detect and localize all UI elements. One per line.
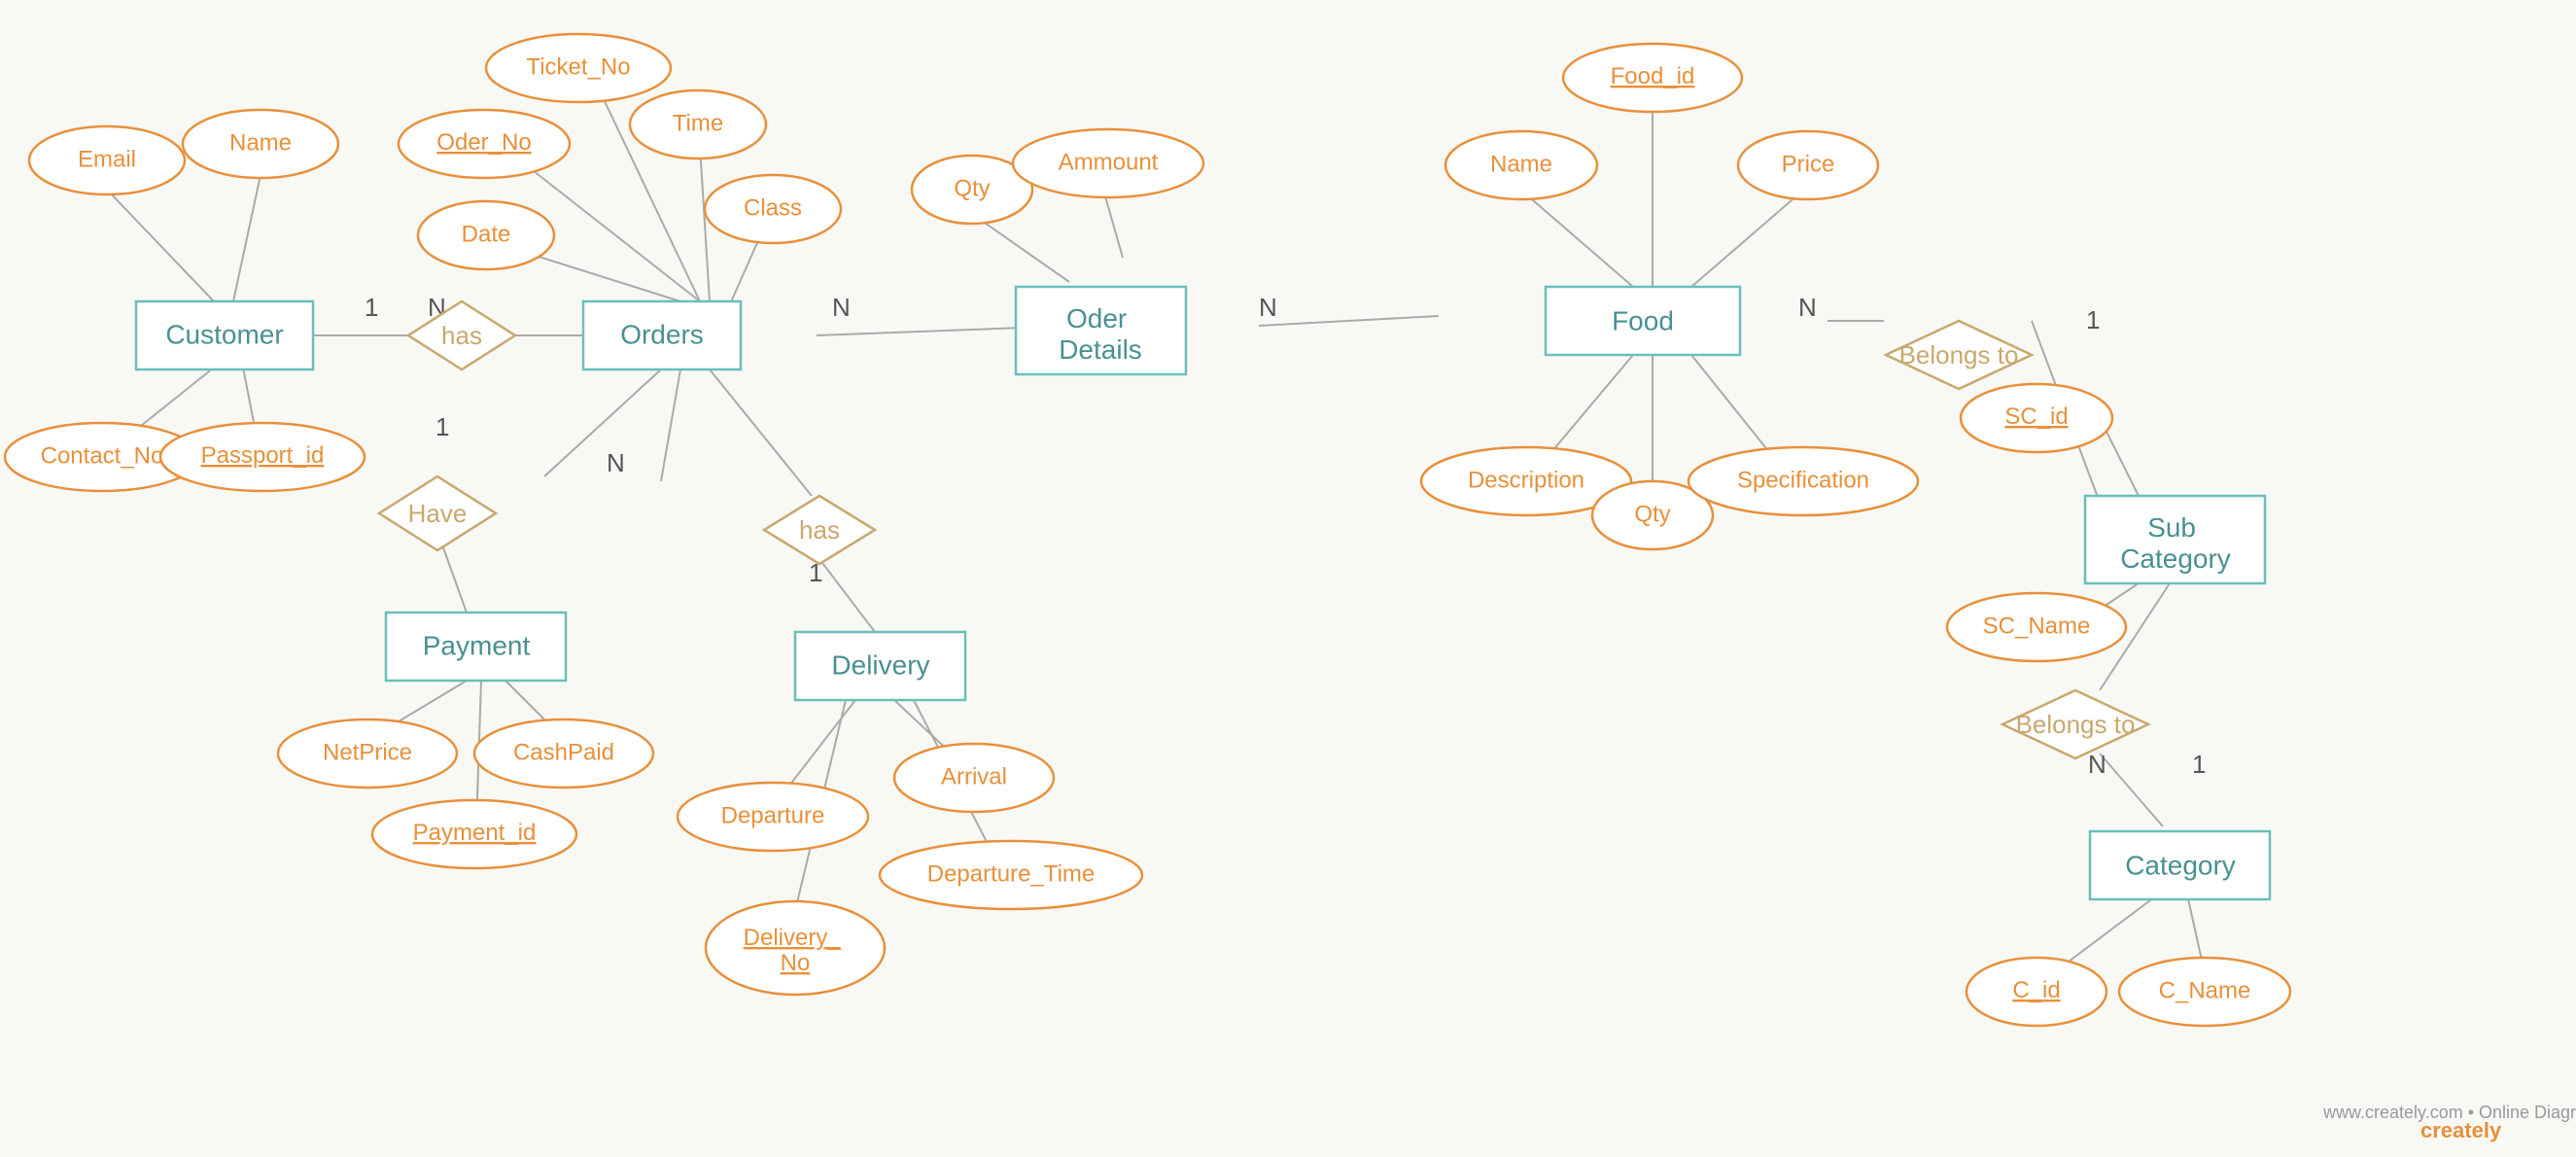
time-label: Time (673, 110, 723, 136)
cardinality-1-belongs2-right: 1 (2192, 750, 2206, 779)
food-label: Food (1612, 305, 1674, 335)
c-id-label: C_id (2012, 977, 2060, 1003)
contact-no-label: Contact_No (41, 442, 164, 469)
cardinality-1-have-payment: 1 (435, 412, 449, 441)
creately-brand: creately (2420, 1118, 2502, 1142)
cardinality-1-customer-has: 1 (365, 293, 378, 322)
ammount-label: Ammount (1059, 149, 1159, 175)
netprice-label: NetPrice (323, 739, 412, 765)
oder-no-label: Oder_No (436, 129, 531, 156)
customer-label: Customer (165, 319, 283, 349)
departure-time-label: Departure_Time (927, 860, 1096, 887)
cardinality-n-belongs2-category: N (2088, 750, 2106, 779)
specification-label: Specification (1737, 467, 1869, 493)
sc-name-label: SC_Name (1983, 613, 2091, 639)
er-diagram: 1 N N N N 1 1 N 1 1 N 1 Email Name Conta… (0, 0, 2576, 1157)
have-label: Have (408, 499, 468, 528)
category-label: Category (2125, 850, 2236, 880)
price-label: Price (1782, 151, 1835, 177)
passport-id-label: Passport_id (201, 442, 325, 469)
belongs-to-food-subcategory-label: Belongs to (1899, 340, 2019, 369)
cardinality-n-oderdetails-food: N (1259, 293, 1277, 322)
sc-id-label: SC_id (2004, 403, 2068, 430)
cardinality-n-orders-oderdetails: N (832, 293, 851, 322)
cardinality-1-belongs-subcategory: 1 (2086, 305, 2100, 334)
delivery-label: Delivery (831, 649, 929, 680)
name-food-label: Name (1490, 151, 1552, 177)
cardinality-n-orders-has2: N (607, 448, 625, 477)
orders-label: Orders (620, 319, 704, 349)
cashpaid-label: CashPaid (513, 739, 614, 765)
food-id-label: Food_id (1611, 63, 1695, 89)
ticket-no-label: Ticket_No (526, 53, 630, 80)
oder-details-label: Oder Details (1059, 303, 1142, 365)
description-label: Description (1468, 467, 1584, 493)
departure-label: Departure (721, 802, 825, 828)
class-label: Class (744, 194, 802, 221)
qty-food-label: Qty (1634, 501, 1670, 527)
has-orders-delivery-label: has (799, 515, 840, 544)
date-label: Date (462, 221, 511, 247)
name-customer-label: Name (229, 129, 292, 156)
cardinality-n-food-belongs: N (1798, 293, 1817, 322)
has-customer-orders-label: has (441, 321, 482, 350)
arrival-label: Arrival (941, 763, 1007, 789)
payment-label: Payment (423, 630, 531, 660)
c-name-label: C_Name (2159, 977, 2251, 1003)
belongs-to-subcategory-category-label: Belongs to (2016, 710, 2136, 739)
qty-order-label: Qty (954, 175, 990, 201)
email-label: Email (78, 146, 136, 172)
payment-id-label: Payment_id (413, 820, 537, 846)
